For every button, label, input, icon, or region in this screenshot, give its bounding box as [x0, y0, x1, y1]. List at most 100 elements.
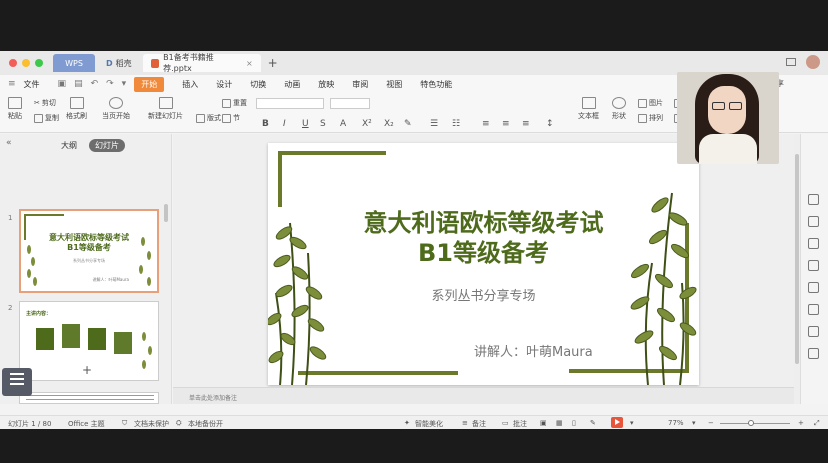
star-icon[interactable] — [808, 260, 819, 271]
shape-button[interactable]: 形状 — [612, 97, 626, 121]
font-size-select[interactable] — [330, 98, 370, 109]
align-center-icon[interactable]: ≡ — [502, 119, 510, 129]
reset-button[interactable]: 重置 — [222, 98, 247, 108]
bullets-icon[interactable]: ☰ — [430, 119, 438, 129]
properties-icon[interactable] — [808, 194, 819, 205]
font-color-icon[interactable]: A — [340, 119, 346, 129]
play-slideshow-button[interactable] — [611, 417, 623, 428]
textbox-button[interactable]: 文本框 — [578, 97, 599, 121]
backup-status[interactable]: 本地备份开 — [188, 419, 223, 429]
notes-area[interactable]: 单击此处添加备注 — [173, 387, 795, 404]
arrange-button[interactable]: 排列 — [638, 113, 663, 123]
protection-status[interactable]: 文档未保护 — [134, 419, 169, 429]
maximize-window-icon[interactable] — [35, 59, 43, 67]
from-current-button[interactable]: 当页开始 — [102, 97, 130, 121]
slideshow-dropdown-icon[interactable]: ▾ — [630, 419, 634, 427]
tab-wps[interactable]: WPS — [53, 54, 95, 72]
zoom-slider[interactable] — [720, 420, 790, 426]
superscript-icon[interactable]: X² — [362, 119, 372, 129]
floating-menu-icon[interactable] — [2, 368, 32, 396]
layout-icon[interactable] — [786, 58, 796, 66]
bold-icon[interactable]: B — [262, 119, 269, 129]
hamburger-icon[interactable]: ≡ — [8, 79, 16, 89]
slide-main[interactable]: 意大利语欧标等级考试 B1等级备考 系列丛书分享专场 讲解人：叶萌Maura — [268, 143, 699, 385]
font-family-select[interactable] — [256, 98, 324, 109]
image-button[interactable]: 图片 — [638, 98, 663, 108]
tab-slides[interactable]: 幻灯片 — [89, 139, 125, 152]
animation-icon[interactable] — [808, 238, 819, 249]
notes-button[interactable]: 备注 — [472, 419, 486, 429]
leaf-decoration — [31, 257, 35, 266]
zoom-dropdown-icon[interactable]: ▾ — [692, 419, 696, 427]
thumb-frame — [24, 214, 64, 216]
zoom-slider-handle[interactable] — [748, 420, 754, 426]
menu-view[interactable]: 视图 — [386, 79, 402, 90]
menu-special[interactable]: 特色功能 — [420, 79, 452, 90]
tab-template[interactable]: D 稻壳 — [98, 54, 140, 72]
align-right-icon[interactable]: ≡ — [522, 119, 530, 129]
copy-format-icon[interactable] — [808, 326, 819, 337]
menu-review[interactable]: 审阅 — [352, 79, 368, 90]
undo-icon[interactable]: ↶ — [91, 79, 99, 89]
close-tab-icon[interactable]: × — [246, 59, 253, 68]
history-icon[interactable] — [808, 216, 819, 227]
slide-title[interactable]: 意大利语欧标等级考试 B1等级备考 — [268, 208, 699, 268]
save-icon[interactable]: ▣ — [58, 79, 67, 89]
strikethrough-icon[interactable]: S — [320, 119, 326, 129]
highlight-icon[interactable]: ✎ — [404, 119, 412, 129]
numbering-icon[interactable]: ☷ — [452, 119, 460, 129]
dropdown-icon[interactable]: ▾ — [122, 79, 127, 89]
slide-thumbnail-1[interactable]: 意大利语欧标等级考试 B1等级备考 系列丛书分享专场 讲解人：叶萌Maura — [19, 209, 159, 293]
beautify-button[interactable]: 智能美化 — [415, 419, 443, 429]
redo-icon[interactable]: ↷ — [106, 79, 114, 89]
new-slide-button[interactable]: 新建幻灯片 — [148, 97, 183, 121]
user-avatar[interactable] — [806, 55, 820, 69]
line-spacing-icon[interactable]: ↕ — [546, 119, 554, 129]
slide-thumbnail-3[interactable] — [19, 392, 159, 404]
cut-button[interactable]: ✂ 剪切 — [34, 98, 56, 108]
paste-button[interactable]: 粘贴 — [8, 97, 22, 121]
close-window-icon[interactable] — [9, 59, 17, 67]
tab-outline[interactable]: 大纲 — [55, 139, 83, 152]
format-painter-button[interactable]: 格式刷 — [66, 97, 87, 121]
subscript-icon[interactable]: X₂ — [384, 119, 394, 129]
slide-subtitle[interactable]: 系列丛书分享专场 — [268, 285, 699, 304]
menu-animation[interactable]: 动画 — [284, 79, 300, 90]
menu-start[interactable]: 开始 — [134, 76, 165, 92]
tab-document[interactable]: B1备考书籍推荐.pptx × — [142, 53, 261, 73]
presenter-glasses — [729, 102, 742, 110]
menu-slideshow[interactable]: 放映 — [318, 79, 334, 90]
comments-button[interactable]: 批注 — [513, 419, 527, 429]
menu-design[interactable]: 设计 — [216, 79, 232, 90]
print-icon[interactable]: ▤ — [74, 79, 83, 89]
italic-icon[interactable]: I — [283, 119, 286, 129]
reading-view-icon[interactable]: ▯ — [572, 419, 576, 427]
layers-icon[interactable] — [808, 282, 819, 293]
copy-button[interactable]: 复制 — [34, 113, 59, 123]
menu-insert[interactable]: 插入 — [182, 79, 198, 90]
layout-button[interactable]: 版式 — [196, 113, 221, 123]
normal-view-icon[interactable]: ▣ — [540, 419, 547, 427]
new-tab-icon[interactable]: + — [268, 56, 278, 70]
slide-presenter[interactable]: 讲解人：叶萌Maura — [474, 341, 593, 360]
menu-file[interactable]: 文件 — [24, 79, 40, 90]
section-button[interactable]: 节 — [222, 113, 240, 123]
add-slide-icon[interactable]: + — [82, 363, 92, 377]
zoom-level[interactable]: 77% — [668, 419, 684, 427]
underline-icon[interactable]: U — [302, 119, 309, 129]
location-icon[interactable] — [808, 304, 819, 315]
thumbnail-scrollbar[interactable] — [164, 204, 168, 222]
settings-icon[interactable] — [808, 348, 819, 359]
menu-transition[interactable]: 切换 — [250, 79, 266, 90]
thumb-subtitle: 系列丛书分享专场 — [73, 258, 105, 263]
minimize-window-icon[interactable] — [22, 59, 30, 67]
align-left-icon[interactable]: ≡ — [482, 119, 490, 129]
scissors-icon: ✂ — [34, 99, 40, 107]
collapse-panel-icon[interactable]: « — [6, 138, 12, 148]
zoom-in-icon[interactable]: + — [798, 419, 804, 427]
fit-window-icon[interactable]: ⤢ — [814, 419, 820, 428]
zoom-out-icon[interactable]: − — [708, 419, 714, 427]
leaf-decoration — [33, 277, 37, 286]
brush-view-icon[interactable]: ✎ — [590, 419, 596, 427]
sorter-view-icon[interactable]: ▦ — [556, 419, 563, 427]
